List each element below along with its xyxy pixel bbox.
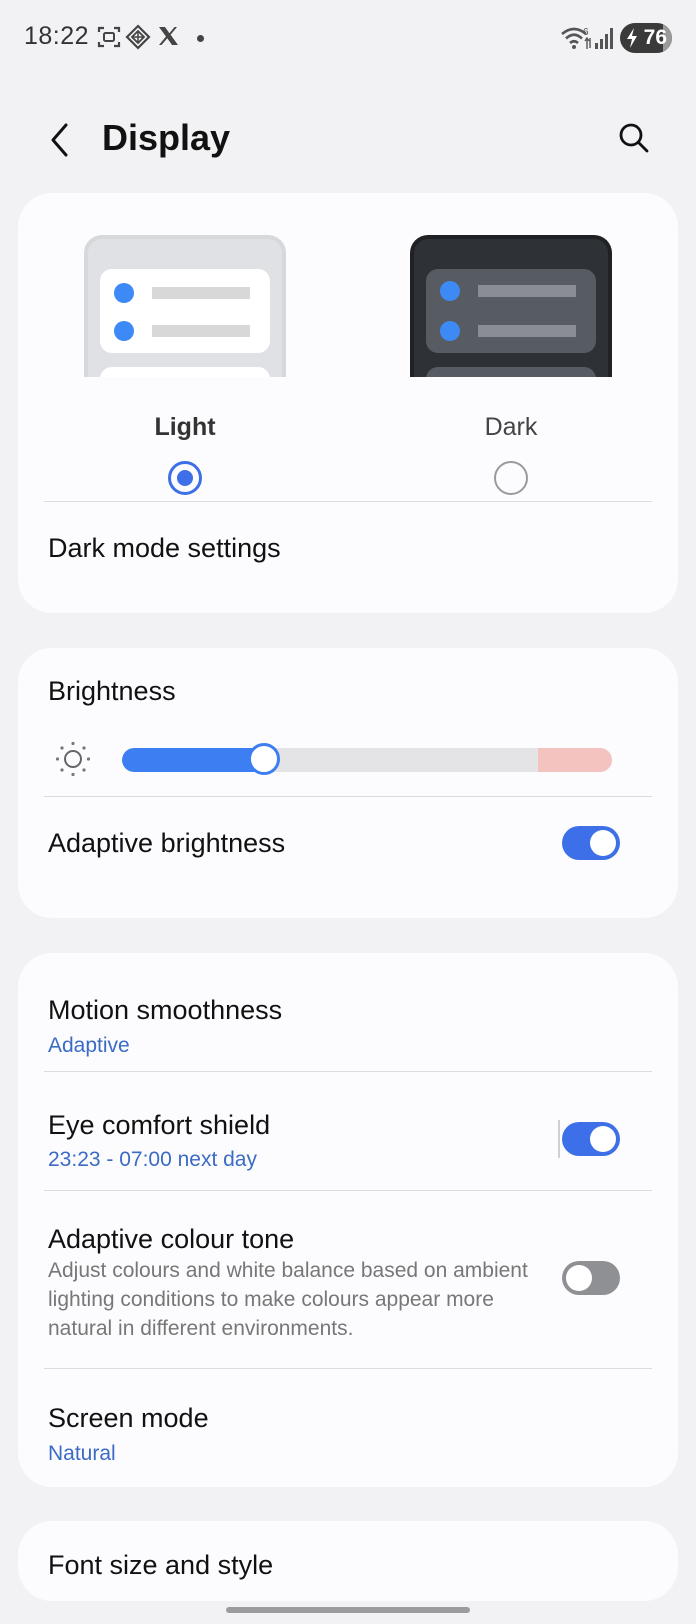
adaptive-colour-tone-title: Adaptive colour tone bbox=[48, 1224, 295, 1254]
adaptive-colour-tone-description: Adjust colours and white balance based o… bbox=[48, 1259, 528, 1340]
sun-icon bbox=[55, 741, 91, 777]
light-theme-radio[interactable] bbox=[168, 461, 202, 495]
dark-mode-settings-item[interactable]: Dark mode settings bbox=[48, 533, 281, 564]
light-theme-preview[interactable] bbox=[84, 235, 286, 377]
eye-comfort-shield-title: Eye comfort shield bbox=[48, 1110, 271, 1140]
divider bbox=[44, 1190, 652, 1191]
search-button[interactable] bbox=[612, 116, 656, 160]
chevron-left-icon bbox=[51, 123, 68, 157]
display-settings-screen: 18:22 6 76 Display Light Dark Dark mode … bbox=[0, 0, 696, 1624]
screen-mode-title: Screen mode bbox=[48, 1403, 209, 1433]
divider bbox=[44, 1071, 652, 1072]
brightness-title: Brightness bbox=[48, 676, 176, 706]
battery-level: 76 bbox=[643, 26, 667, 49]
divider bbox=[44, 501, 652, 502]
battery-indicator: 76 bbox=[620, 23, 672, 53]
app-header: Display bbox=[0, 100, 696, 180]
brightness-card: Brightness Adaptive brightness bbox=[18, 648, 678, 918]
screen-mode-value: Natural bbox=[48, 1442, 116, 1465]
brightness-slider-thumb[interactable] bbox=[248, 743, 281, 775]
divider bbox=[44, 1368, 652, 1369]
dark-theme-label: Dark bbox=[484, 413, 538, 441]
page-title: Display bbox=[102, 117, 231, 158]
charging-bolt-icon bbox=[627, 28, 637, 48]
toggle-knob bbox=[590, 1126, 616, 1152]
eye-comfort-shield-schedule: 23:23 - 07:00 next day bbox=[48, 1148, 257, 1171]
wifi-icon: 6 bbox=[561, 27, 591, 49]
adaptive-brightness-toggle[interactable] bbox=[562, 826, 620, 860]
home-indicator[interactable] bbox=[226, 1607, 470, 1613]
light-theme-label: Light bbox=[154, 413, 216, 441]
extra-brightness-zone bbox=[538, 748, 612, 772]
eye-comfort-shield-toggle[interactable] bbox=[562, 1122, 620, 1156]
screenshot-icon bbox=[97, 26, 121, 48]
app-icon bbox=[125, 24, 151, 50]
motion-smoothness-value: Adaptive bbox=[48, 1034, 130, 1057]
font-card: Font size and style bbox=[18, 1521, 678, 1601]
status-bar: 18:22 6 76 bbox=[0, 0, 696, 76]
adaptive-colour-tone-toggle[interactable] bbox=[562, 1261, 620, 1295]
divider bbox=[44, 796, 652, 797]
search-icon bbox=[619, 123, 649, 153]
vertical-separator bbox=[558, 1120, 560, 1158]
status-time: 18:22 bbox=[24, 22, 90, 50]
motion-smoothness-title: Motion smoothness bbox=[48, 995, 283, 1025]
notification-dot bbox=[197, 35, 204, 42]
back-button[interactable] bbox=[40, 118, 80, 162]
x-logo-icon bbox=[159, 27, 178, 45]
toggle-knob bbox=[590, 830, 616, 856]
dark-theme-radio[interactable] bbox=[494, 461, 528, 495]
svg-text:6: 6 bbox=[583, 27, 589, 38]
brightness-slider[interactable] bbox=[122, 748, 612, 772]
theme-card: Light Dark Dark mode settings bbox=[18, 193, 678, 613]
signal-icon bbox=[595, 28, 613, 49]
adaptive-brightness-label[interactable]: Adaptive brightness bbox=[48, 828, 285, 859]
display-options-card: Motion smoothness Adaptive Eye comfort s… bbox=[18, 953, 678, 1487]
toggle-knob bbox=[566, 1265, 592, 1291]
font-size-and-style-item[interactable]: Font size and style bbox=[48, 1550, 273, 1581]
dark-theme-preview[interactable] bbox=[410, 235, 612, 377]
